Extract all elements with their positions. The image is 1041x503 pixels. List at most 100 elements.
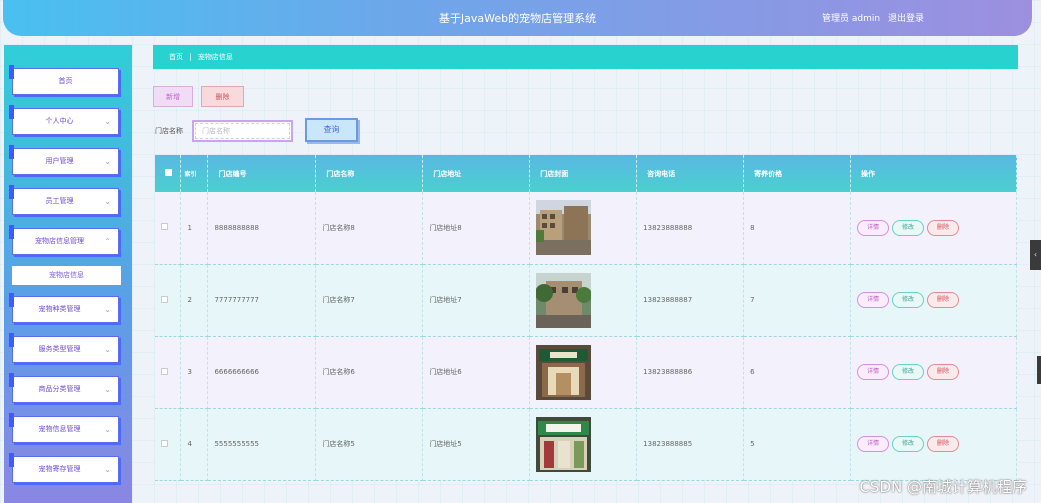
column-header-index: 索引 xyxy=(180,155,209,192)
sidebar-item-pet-type[interactable]: 宠物种类管理 ⌄ xyxy=(9,293,119,323)
chevron-up-icon: ⌃ xyxy=(104,237,111,246)
store-table: 索引 门店编号 门店名称 门店地址 门店封面 咨询电话 寄养价格 操作 1 88… xyxy=(155,155,1017,481)
cell-address: 门店地址5 xyxy=(422,408,531,481)
sidebar-item-label: 宠物种类管理 xyxy=(38,305,81,313)
cell-code: 7777777777 xyxy=(207,264,317,337)
watermark: CSDN @南城计算机程序 xyxy=(859,478,1027,496)
delete-button[interactable]: 删除 xyxy=(927,292,960,308)
sidebar-item-home[interactable]: 首页 xyxy=(9,65,119,95)
batch-delete-button[interactable]: 删除 xyxy=(201,86,244,107)
table-row: 4 5555555555 门店名称5 门店地址5 13823888885 5 详… xyxy=(155,408,1017,481)
row-checkbox[interactable] xyxy=(161,295,168,303)
cell-phone: 13823888885 xyxy=(636,408,745,481)
sidebar-item-users[interactable]: 用户管理 ⌄ xyxy=(9,145,119,175)
cell-price: 7 xyxy=(743,264,852,337)
breadcrumb-current: 宠物店信息 xyxy=(197,53,233,61)
cell-actions: 详情 修改 删除 xyxy=(850,408,1017,481)
cell-phone: 13823888886 xyxy=(636,336,745,409)
sidebar-item-service-type[interactable]: 服务类型管理 ⌄ xyxy=(9,333,119,363)
cell-code: 8888888888 xyxy=(207,192,317,265)
cell-name: 门店名称8 xyxy=(315,192,424,265)
column-header-price: 寄养价格 xyxy=(743,155,852,192)
delete-button[interactable]: 删除 xyxy=(927,436,960,452)
top-user-area: 管理员 admin 退出登录 xyxy=(822,11,924,24)
edit-button[interactable]: 修改 xyxy=(892,292,925,308)
chevron-down-icon: ⌄ xyxy=(104,157,111,166)
collapse-handle[interactable]: ‹ xyxy=(1030,240,1041,270)
cell-cover xyxy=(529,264,638,337)
edit-button[interactable]: 修改 xyxy=(892,219,925,236)
row-checkbox[interactable] xyxy=(161,439,168,447)
store-cover-image xyxy=(536,272,592,328)
cell-address: 门店地址7 xyxy=(422,264,531,337)
row-checkbox[interactable] xyxy=(161,367,168,375)
cell-code: 5555555555 xyxy=(207,408,317,481)
sidebar-item-label: 宠物店信息管理 xyxy=(35,237,84,245)
chevron-down-icon: ⌄ xyxy=(104,465,111,474)
cell-name: 门店名称5 xyxy=(315,408,424,481)
edit-button[interactable]: 修改 xyxy=(892,364,925,380)
chevron-down-icon: ⌄ xyxy=(104,385,111,394)
cell-name: 门店名称7 xyxy=(315,264,424,337)
chevron-down-icon: ⌄ xyxy=(104,425,111,434)
delete-button[interactable]: 删除 xyxy=(927,219,960,236)
cell-index: 4 xyxy=(180,408,209,481)
sidebar-item-label: 商品分类管理 xyxy=(38,385,81,393)
sidebar-item-profile[interactable]: 个人中心 ⌄ xyxy=(9,105,119,135)
table-header-row: 索引 门店编号 门店名称 门店地址 门店封面 咨询电话 寄养价格 操作 xyxy=(155,155,1017,192)
sidebar-item-label: 宠物信息管理 xyxy=(38,425,81,433)
column-header-phone: 咨询电话 xyxy=(636,155,745,192)
column-header-address: 门店地址 xyxy=(422,155,531,192)
top-header-bar: 基于JavaWeb的宠物店管理系统 管理员 admin 退出登录 xyxy=(3,0,1032,36)
row-checkbox[interactable] xyxy=(161,223,168,231)
sidebar-item-pet-info[interactable]: 宠物信息管理 ⌄ xyxy=(9,413,119,443)
table-row: 1 8888888888 门店名称8 门店地址8 13823888888 8 详… xyxy=(155,192,1017,265)
logout-link[interactable]: 退出登录 xyxy=(888,14,924,24)
cell-code: 6666666666 xyxy=(207,336,317,409)
detail-button[interactable]: 详情 xyxy=(857,219,890,236)
store-cover-image xyxy=(536,200,592,256)
search-input[interactable]: 门店名称 xyxy=(192,120,293,142)
sidebar-item-store-info[interactable]: 宠物店信息管理 ⌃ xyxy=(9,225,119,255)
edit-button[interactable]: 修改 xyxy=(892,436,925,452)
search-button[interactable]: 查询 xyxy=(305,118,358,142)
chevron-down-icon: ⌄ xyxy=(104,305,111,314)
column-header-actions: 操作 xyxy=(850,155,1017,192)
cell-actions: 详情 修改 删除 xyxy=(850,192,1017,265)
column-header-name: 门店名称 xyxy=(315,155,424,192)
column-header-code: 门店编号 xyxy=(207,155,317,192)
add-button[interactable]: 新增 xyxy=(153,86,193,107)
delete-button[interactable]: 删除 xyxy=(927,364,960,380)
admin-username: 管理员 admin xyxy=(822,14,881,24)
cell-address: 门店地址6 xyxy=(422,336,531,409)
breadcrumb-home[interactable]: 首页 xyxy=(169,53,183,61)
detail-button[interactable]: 详情 xyxy=(857,436,890,452)
detail-button[interactable]: 详情 xyxy=(857,292,890,308)
table-row: 2 7777777777 门店名称7 门店地址7 13823888887 7 详… xyxy=(155,264,1017,337)
sidebar-item-label: 员工管理 xyxy=(45,197,74,205)
chevron-down-icon: ⌄ xyxy=(104,345,111,354)
chevron-left-icon: ‹ xyxy=(1033,250,1038,259)
cell-cover xyxy=(529,192,638,265)
cell-actions: 详情 修改 删除 xyxy=(850,336,1017,409)
cell-cover xyxy=(529,336,638,409)
sidebar-item-pet-boarding[interactable]: 宠物寄存管理 ⌄ xyxy=(9,453,119,483)
scroll-handle[interactable] xyxy=(1037,356,1041,384)
cell-cover xyxy=(529,408,638,481)
breadcrumb-separator: | xyxy=(189,53,192,61)
sidebar-item-label: 首页 xyxy=(58,77,73,85)
cell-actions: 详情 修改 删除 xyxy=(850,264,1017,337)
table-row: 3 6666666666 门店名称6 门店地址6 13823888886 6 详… xyxy=(155,336,1017,409)
cell-index: 1 xyxy=(180,192,209,265)
cell-price: 6 xyxy=(743,336,852,409)
sidebar-item-staff[interactable]: 员工管理 ⌄ xyxy=(9,185,119,215)
store-cover-image xyxy=(536,416,592,472)
sidebar-item-label: 服务类型管理 xyxy=(38,345,81,353)
column-header-cover: 门店封面 xyxy=(529,155,638,192)
submenu-store-info[interactable]: 宠物店信息 xyxy=(12,266,121,285)
chevron-down-icon: ⌄ xyxy=(104,197,111,206)
select-all-cell[interactable] xyxy=(155,155,182,192)
sidebar-item-goods-category[interactable]: 商品分类管理 ⌄ xyxy=(9,373,119,403)
select-all-checkbox[interactable] xyxy=(165,169,172,176)
detail-button[interactable]: 详情 xyxy=(857,364,890,380)
